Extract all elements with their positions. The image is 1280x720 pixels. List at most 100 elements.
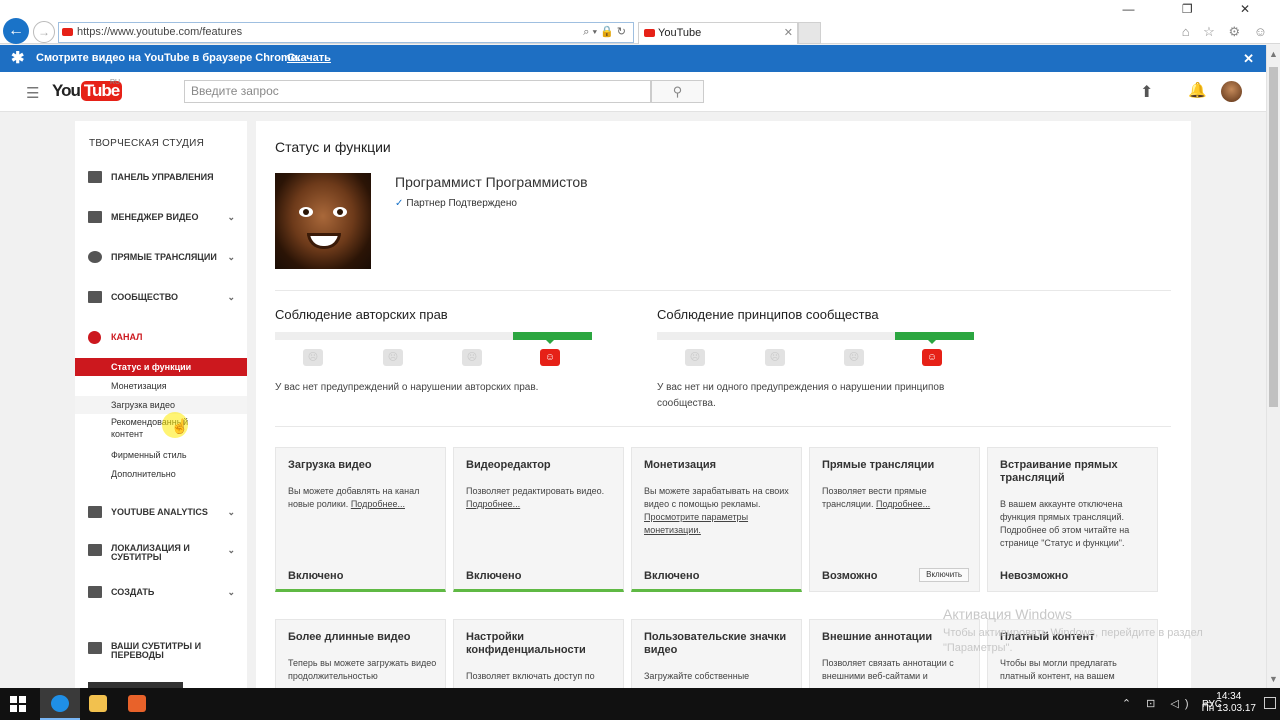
chevron-down-icon: ⌄ — [227, 252, 235, 262]
card-desc-text: Позволяет редактировать видео. — [466, 486, 605, 496]
sidebar-item-label: СООБЩЕСТВО — [111, 292, 178, 302]
scroll-up-icon[interactable]: ▲ — [1269, 49, 1278, 59]
card-title: Загрузка видео — [288, 459, 372, 471]
youtube-logo[interactable]: You Tube RU — [52, 79, 123, 103]
url-text: https://www.youtube.com/features — [77, 26, 243, 38]
card-desc: Позволяет редактировать видео. Подробнее… — [466, 485, 614, 511]
sidebar-item-community[interactable]: СООБЩЕСТВО ⌄ — [75, 287, 247, 307]
taskbar-ie[interactable] — [40, 688, 80, 720]
scroll-down-icon[interactable]: ▼ — [1269, 674, 1278, 684]
card-desc: Позволяет вести прямые трансляции. Подро… — [822, 485, 970, 511]
channel-icon — [88, 331, 101, 344]
card-desc: Чтобы вы могли предлагать платный контен… — [1000, 658, 1117, 681]
chrome-promo-banner: ✱ Смотрите видео на YouTube в браузере C… — [0, 45, 1266, 72]
card-title: Монетизация — [644, 459, 717, 471]
feature-card-monetization: Монетизация Вы можете зарабатывать на св… — [631, 447, 802, 592]
sidebar-item-create[interactable]: СОЗДАТЬ ⌄ — [75, 582, 247, 602]
card-desc: Теперь вы можете загружать видео продолж… — [288, 658, 437, 681]
close-icon[interactable]: ✕ — [1243, 45, 1254, 72]
scroll-thumb[interactable] — [1269, 67, 1278, 407]
clock[interactable]: 14:34 Пн 13.03.17 — [1202, 691, 1256, 715]
card-status: Невозможно — [1000, 570, 1069, 582]
card-title: Настройки конфиденциальности — [466, 631, 586, 656]
search-input[interactable]: Введите запрос — [184, 80, 651, 103]
folder-icon — [89, 695, 107, 712]
feature-card-custom-thumbnails: Пользовательские значки видео Загружайте… — [631, 619, 802, 688]
video-camera-icon — [88, 586, 102, 598]
card-link[interactable]: Просмотрите параметры монетизации. — [644, 512, 748, 535]
card-status: Включено — [644, 570, 700, 582]
sidebar-sub-advanced[interactable]: Дополнительно — [75, 465, 247, 483]
sad-face-icon: ☹ — [383, 349, 403, 366]
video-manager-icon — [88, 211, 102, 223]
enable-live-button[interactable]: Включить — [919, 568, 969, 582]
internet-explorer-icon — [51, 695, 69, 712]
search-button[interactable]: ⚲ — [651, 80, 704, 103]
chevron-down-icon: ⌄ — [227, 587, 235, 597]
sidebar-item-label: ПАНЕЛЬ УПРАВЛЕНИЯ — [111, 172, 214, 182]
sidebar-item-your-subtitles[interactable]: ВАШИ СУБТИТРЫ И ПЕРЕВОДЫ — [75, 638, 247, 664]
sidebar-sub-upload[interactable]: Загрузка видео — [75, 396, 247, 414]
taskbar-recorder[interactable] — [117, 688, 157, 720]
card-title: Встраивание прямых трансляций — [1000, 459, 1118, 484]
card-link[interactable]: Подробнее... — [466, 499, 520, 509]
sidebar-sub-branding[interactable]: Фирменный стиль — [75, 446, 247, 464]
menu-icon[interactable]: ☰ — [26, 84, 39, 102]
forward-button[interactable]: → — [33, 21, 55, 43]
divider — [275, 426, 1171, 427]
tab-youtube[interactable]: YouTube ✕ — [638, 22, 798, 44]
sidebar-sub-status[interactable]: Статус и функции — [75, 358, 247, 376]
search-icon: ⚲ — [672, 84, 683, 99]
taskbar-explorer[interactable] — [78, 688, 118, 720]
channel-avatar[interactable] — [275, 173, 371, 269]
card-link[interactable]: Подробнее... — [351, 499, 405, 509]
sidebar-item-localization[interactable]: ЛОКАЛИЗАЦИЯ И СУБТИТРЫ ⌄ — [75, 540, 247, 566]
community-icon — [88, 291, 102, 303]
windows-activation-title: Активация Windows — [943, 606, 1073, 622]
copyright-note: У вас нет предупреждений о нарушении авт… — [275, 382, 539, 393]
page-scrollbar[interactable]: ▲ ▼ — [1266, 45, 1280, 688]
window-controls[interactable]: — ❐ ✕ — [1123, 2, 1272, 16]
channel-name: Программист Программистов — [395, 174, 588, 190]
address-tools-icon[interactable]: ⌕▾🔒↻ — [583, 23, 629, 42]
live-broadcast-icon — [88, 251, 102, 263]
avatar[interactable] — [1221, 81, 1242, 102]
card-title: Видеоредактор — [466, 459, 551, 471]
creator-studio-sidebar: ТВОРЧЕСКАЯ СТУДИЯ ПАНЕЛЬ УПРАВЛЕНИЯ МЕНЕ… — [75, 121, 247, 688]
banner-download-link[interactable]: Скачать — [287, 45, 331, 72]
logo-region: RU — [110, 79, 121, 86]
sidebar-item-dashboard[interactable]: ПАНЕЛЬ УПРАВЛЕНИЯ — [75, 167, 247, 187]
sad-face-icon: ☹ — [303, 349, 323, 366]
back-button[interactable]: ← — [3, 18, 29, 44]
browser-toolbar-icons[interactable]: ⌂ ☆ ⚙ ☺ — [1182, 24, 1272, 40]
community-note: У вас нет ни одного предупреждения о нар… — [657, 382, 945, 409]
sidebar-item-analytics[interactable]: YOUTUBE ANALYTICS ⌄ — [75, 502, 247, 522]
sidebar-item-channel[interactable]: КАНАЛ — [75, 327, 247, 347]
sidebar-item-live[interactable]: ПРЯМЫЕ ТРАНСЛЯЦИИ ⌄ — [75, 247, 247, 267]
sad-face-icon: ☹ — [844, 349, 864, 366]
sidebar-item-video-manager[interactable]: МЕНЕДЖЕР ВИДЕО ⌄ — [75, 207, 247, 227]
divider — [275, 290, 1171, 291]
partner-status: ✓ Партнер Подтверждено — [395, 198, 517, 209]
chevron-down-icon: ⌄ — [227, 507, 235, 517]
sidebar-item-label: МЕНЕДЖЕР ВИДЕО — [111, 212, 199, 222]
sidebar-sub-monetization[interactable]: Монетизация — [75, 377, 247, 395]
sad-face-icon: ☹ — [685, 349, 705, 366]
windows-activation-text: Чтобы активировать Windows, перейдите в … — [943, 627, 1203, 654]
card-title: Более длинные видео — [288, 631, 411, 643]
notifications-bell-icon[interactable]: 🔔 — [1188, 81, 1207, 99]
notification-center-icon[interactable] — [1264, 697, 1276, 709]
star-icon: ✱ — [11, 50, 25, 67]
windows-start-icon[interactable] — [10, 696, 26, 712]
sidebar-item-label: YOUTUBE ANALYTICS — [111, 507, 208, 517]
recorder-icon — [128, 695, 146, 712]
upload-icon[interactable]: ⬆ — [1140, 82, 1153, 102]
address-bar[interactable]: https://www.youtube.com/features ⌕▾🔒↻ — [58, 22, 634, 43]
card-link[interactable]: Подробнее... — [876, 499, 930, 509]
close-tab-icon[interactable]: ✕ — [784, 23, 793, 43]
sidebar-sub-featured[interactable]: Рекомендованный контент — [75, 413, 247, 443]
happy-face-icon: ☺ — [922, 339, 942, 366]
partner-text: Партнер Подтверждено — [406, 198, 517, 209]
page-title: Статус и функции — [275, 139, 391, 155]
new-tab-button[interactable] — [798, 22, 821, 44]
